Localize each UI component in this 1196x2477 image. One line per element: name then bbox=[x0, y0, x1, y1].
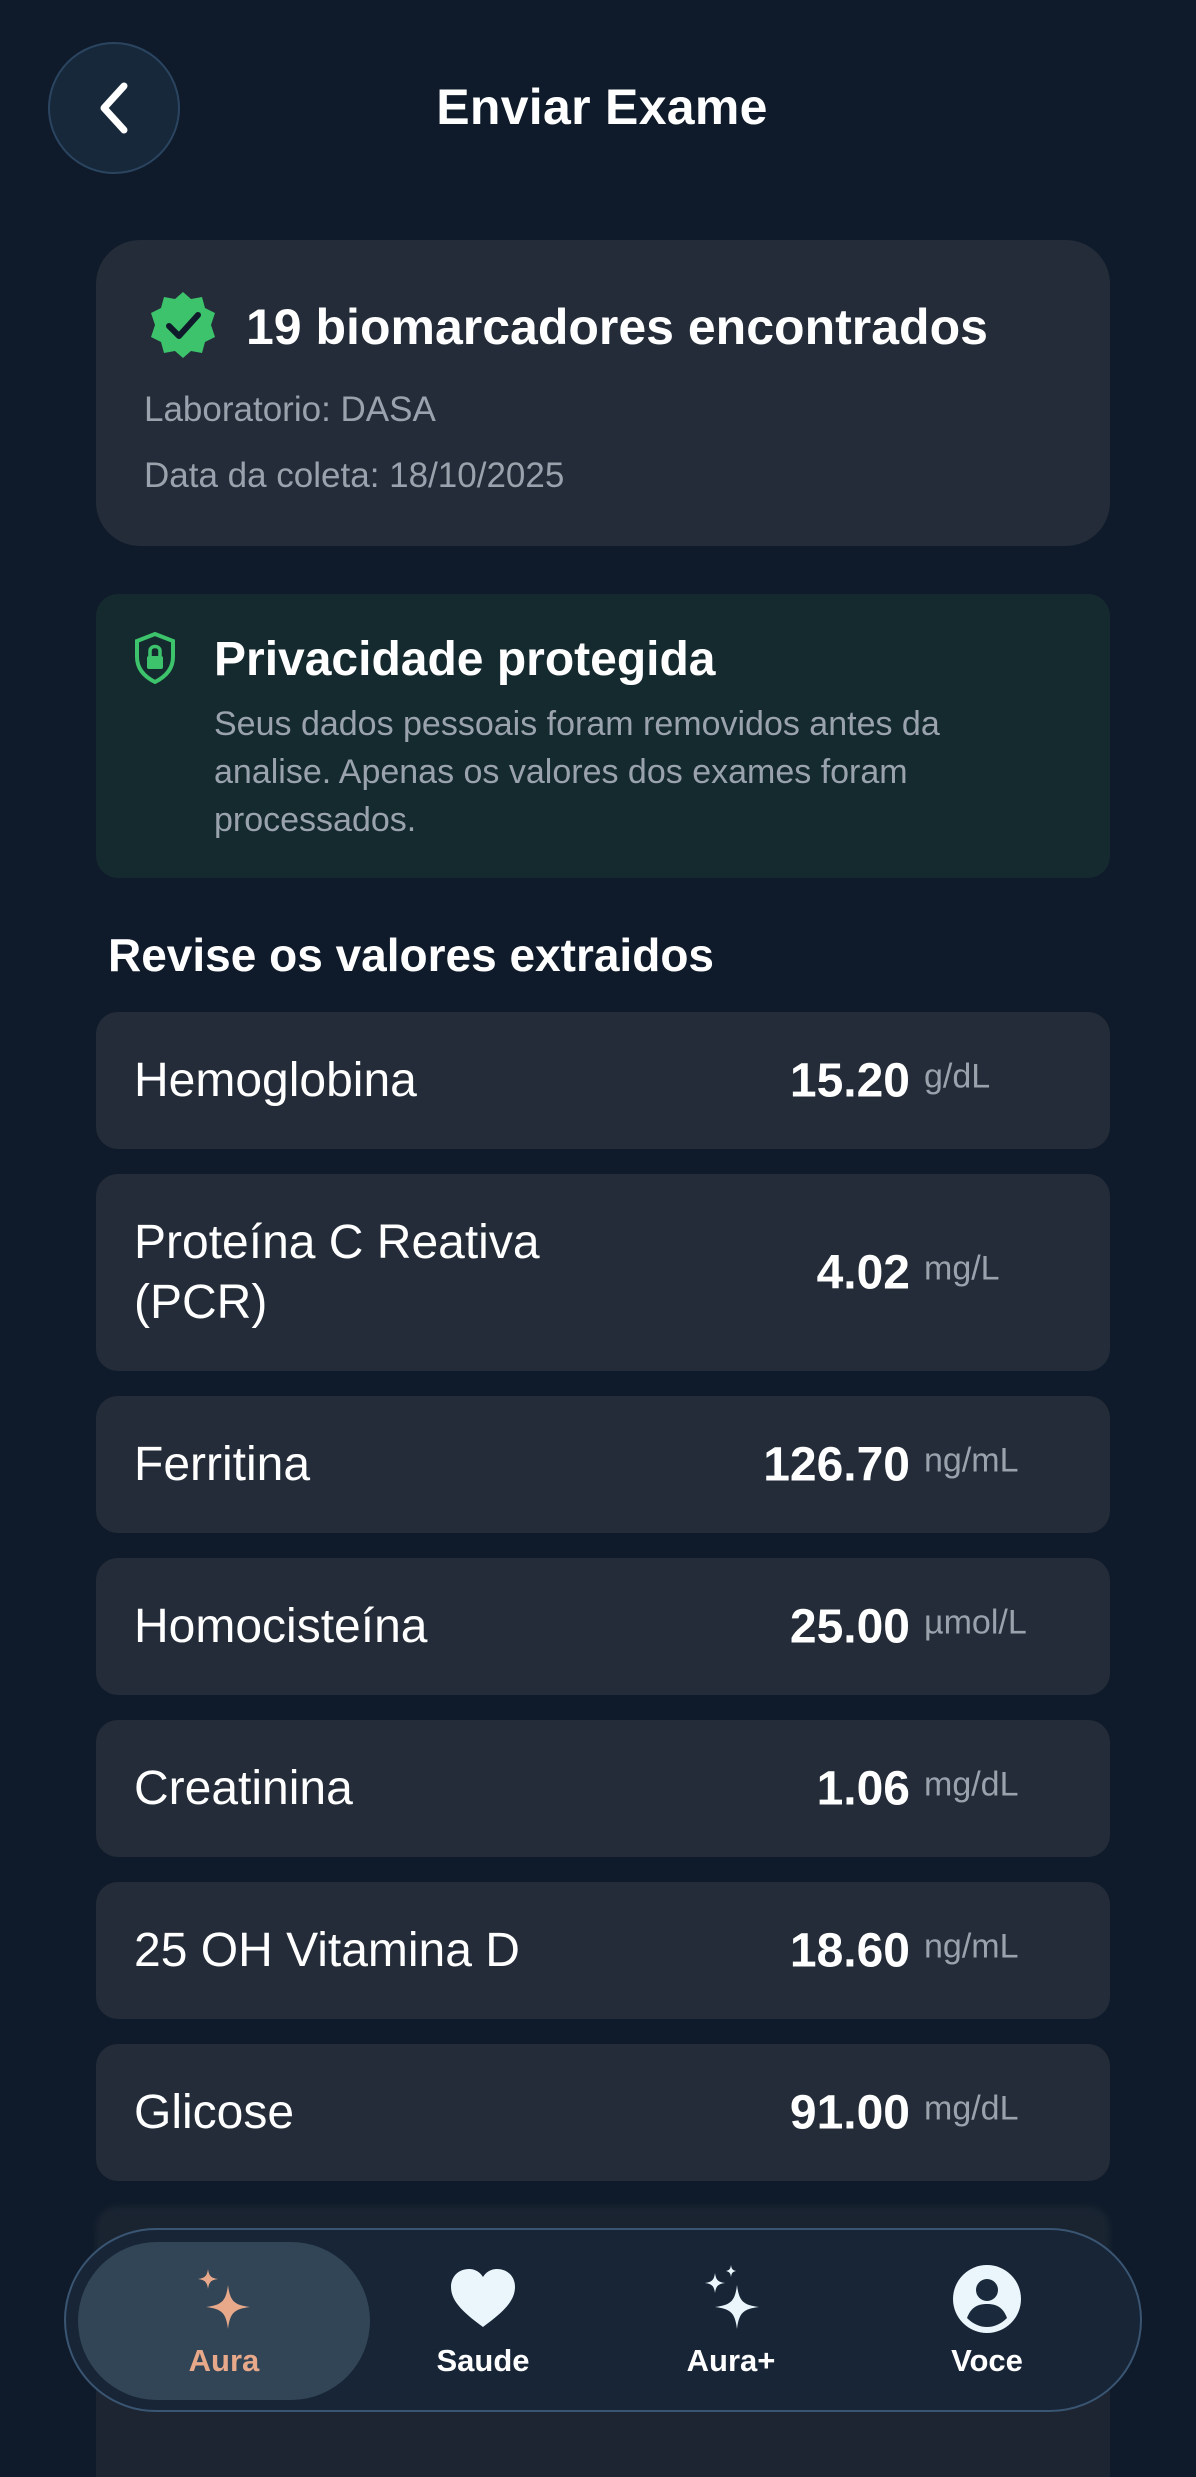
lab-name: Laboratorio: DASA bbox=[144, 390, 436, 429]
nav-label: Aura+ bbox=[686, 2343, 776, 2378]
biomarker-unit: g/dL bbox=[924, 1057, 991, 1096]
shield-lock-icon bbox=[135, 632, 175, 684]
biomarker-unit: mg/dL bbox=[924, 2089, 1019, 2128]
heart-icon bbox=[451, 2269, 515, 2327]
biomarker-value[interactable]: 15.20 bbox=[790, 1053, 910, 1108]
biomarker-row[interactable]: Homocisteína 25.00 µmol/L bbox=[96, 1558, 1110, 1695]
nav-item-aura[interactable]: Aura bbox=[78, 2242, 370, 2400]
biomarker-row[interactable]: Hemoglobina 15.20 g/dL bbox=[96, 1012, 1110, 1149]
biomarker-row[interactable]: Proteína C Reativa (PCR) 4.02 mg/L bbox=[96, 1174, 1110, 1371]
biomarker-value[interactable]: 126.70 bbox=[763, 1437, 910, 1492]
nav-item-saude[interactable]: Saude bbox=[358, 2242, 608, 2400]
biomarker-value[interactable]: 4.02 bbox=[817, 1245, 910, 1300]
privacy-card: Privacidade protegida Seus dados pessoai… bbox=[96, 594, 1110, 878]
biomarker-unit: ng/mL bbox=[924, 1441, 1019, 1480]
biomarker-name: Glicose bbox=[134, 2085, 295, 2139]
section-title: Revise os valores extraidos bbox=[108, 929, 714, 981]
biomarker-name: Proteína C Reativa (PCR) bbox=[134, 1215, 540, 1329]
biomarker-name: Homocisteína bbox=[134, 1599, 428, 1653]
biomarker-unit: mg/L bbox=[924, 1249, 1000, 1288]
summary-card: 19 biomarcadores encontrados Laboratorio… bbox=[96, 240, 1110, 546]
biomarker-value[interactable]: 18.60 bbox=[790, 1923, 910, 1978]
nav-item-voce[interactable]: Voce bbox=[862, 2242, 1112, 2400]
biomarker-unit: mg/dL bbox=[924, 1765, 1019, 1804]
biomarker-value[interactable]: 1.06 bbox=[817, 1761, 910, 1816]
biomarker-name: 25 OH Vitamina D bbox=[134, 1923, 520, 1977]
sparkle-icon bbox=[198, 2269, 250, 2329]
biomarker-name: Creatinina bbox=[134, 1761, 353, 1815]
privacy-description: Seus dados pessoais foram removidos ante… bbox=[214, 705, 940, 839]
privacy-title: Privacidade protegida bbox=[214, 633, 716, 686]
page-title: Enviar Exame bbox=[436, 79, 768, 135]
nav-label: Aura bbox=[188, 2343, 260, 2378]
biomarker-name: Ferritina bbox=[134, 1437, 311, 1491]
biomarker-value[interactable]: 91.00 bbox=[790, 2085, 910, 2140]
biomarkers-count: 19 biomarcadores encontrados bbox=[246, 299, 988, 355]
biomarker-row[interactable]: Glicose 91.00 mg/dL bbox=[96, 2044, 1110, 2181]
nav-item-aura-plus[interactable]: Aura+ bbox=[606, 2242, 856, 2400]
header: Enviar Exame bbox=[0, 0, 1196, 215]
nav-label: Voce bbox=[951, 2343, 1023, 2378]
verified-badge-icon bbox=[151, 292, 215, 358]
sparkles-icon bbox=[705, 2265, 759, 2329]
biomarker-row[interactable]: Ferritina 126.70 ng/mL bbox=[96, 1396, 1110, 1533]
biomarker-row[interactable]: Creatinina 1.06 mg/dL bbox=[96, 1720, 1110, 1857]
collection-date: Data da coleta: 18/10/2025 bbox=[144, 456, 565, 495]
bottom-nav: Aura Saude Aura+ Voce bbox=[64, 2228, 1142, 2412]
user-icon bbox=[953, 2265, 1021, 2333]
biomarker-value[interactable]: 25.00 bbox=[790, 1599, 910, 1654]
biomarker-unit: ng/mL bbox=[924, 1927, 1019, 1966]
biomarker-row[interactable]: 25 OH Vitamina D 18.60 ng/mL bbox=[96, 1882, 1110, 2019]
biomarker-name: Hemoglobina bbox=[134, 1053, 417, 1107]
biomarker-unit: µmol/L bbox=[924, 1603, 1027, 1642]
nav-label: Saude bbox=[436, 2343, 530, 2378]
